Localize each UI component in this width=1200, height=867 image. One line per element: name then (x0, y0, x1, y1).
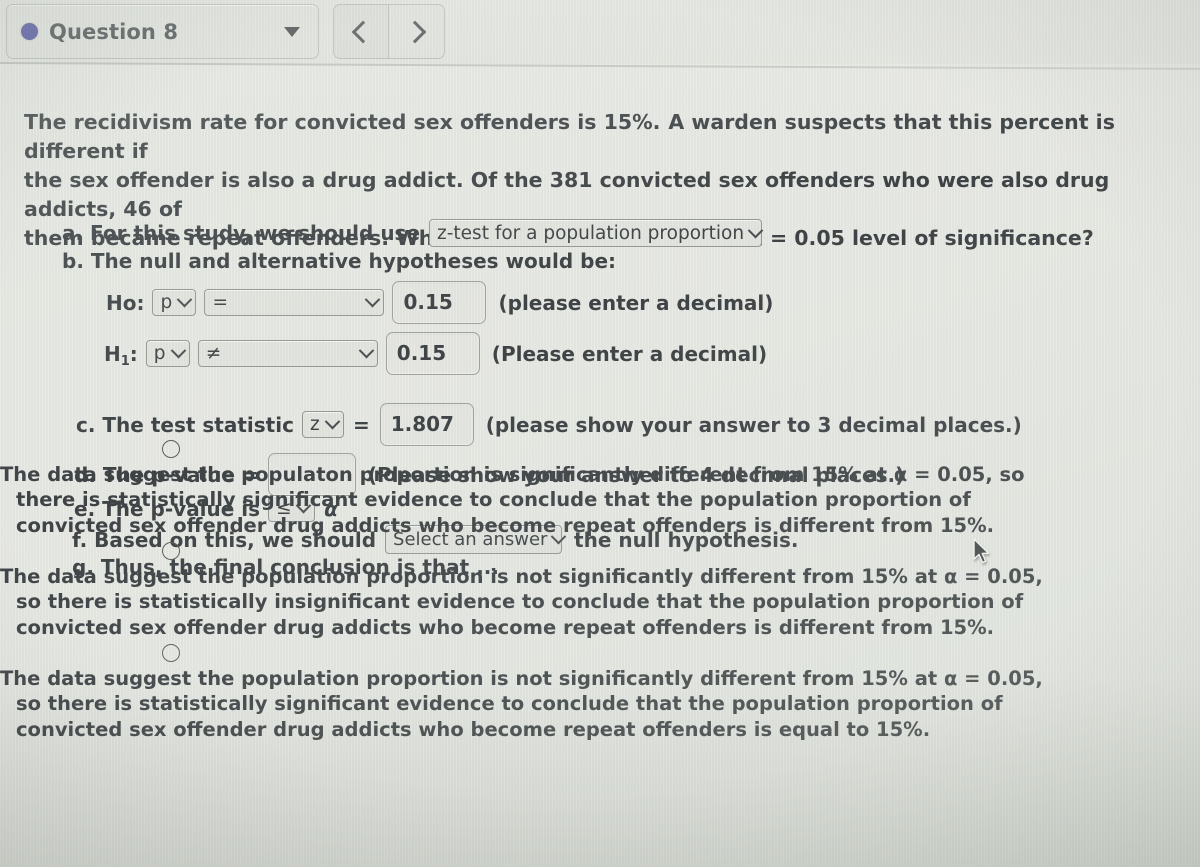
chevron-down-icon (365, 291, 381, 308)
next-question-button[interactable] (389, 4, 445, 59)
choice-1-line-2: there is statistically significant evide… (16, 488, 971, 511)
chevron-down-icon (284, 26, 300, 37)
radio-button-icon[interactable] (162, 644, 180, 662)
null-hypothesis-row: Ho: p = 0.15 (please enter a decimal) (106, 281, 773, 324)
test-statistic-select-value: z (309, 414, 320, 435)
choice-3-line-1: The data suggest the population proporti… (0, 666, 1043, 690)
test-statistic-equals: = (352, 412, 370, 437)
chevron-down-icon (747, 222, 764, 238)
chevron-right-icon (403, 20, 426, 43)
alternative-hypothesis-hint: (Please enter a decimal) (491, 341, 768, 366)
conclusion-choice-1[interactable]: The data suggest the populaton proportio… (0, 437, 1200, 538)
test-type-select-value: z-test for a population proportion (437, 222, 745, 244)
part-a: a. For this study, we should use z-test … (62, 219, 764, 247)
null-hypothesis-parameter-value: p (160, 292, 173, 313)
choice-1-line-3: convicted sex offender drug addicts who … (16, 513, 995, 537)
test-statistic-select[interactable]: z (301, 411, 344, 438)
alternative-hypothesis-parameter-select[interactable]: p (145, 340, 190, 367)
chevron-left-icon (351, 20, 375, 43)
part-b: b. The null and alternative hypotheses w… (62, 249, 616, 273)
previous-question-button[interactable] (333, 4, 389, 59)
question-status-dot-icon (21, 23, 38, 40)
choice-2-line-2: so there is statistically insignificant … (16, 590, 1024, 613)
choice-1-line-1: The data suggest the populaton proportio… (0, 462, 1025, 486)
choice-2-line-1: The data suggest the population proporti… (0, 564, 1043, 588)
question-selector-label: Question 8 (49, 19, 179, 44)
alternative-hypothesis-operator-select[interactable]: ≠ (197, 340, 378, 367)
question-selector[interactable]: Question 8 (6, 4, 319, 59)
conclusion-choice-2[interactable]: The data suggest the population proporti… (0, 539, 1200, 640)
alternative-hypothesis-operator-value: ≠ (205, 343, 222, 364)
chevron-down-icon (170, 342, 187, 359)
chevron-down-icon (358, 342, 375, 359)
null-hypothesis-label: Ho: (106, 290, 145, 315)
chevron-down-icon (177, 291, 193, 308)
part-b-label: b. The null and alternative hypotheses w… (62, 249, 617, 273)
mouse-pointer-icon (972, 538, 992, 570)
question-content: The recidivism rate for convicted sex of… (0, 64, 1200, 867)
alternative-hypothesis-value-input[interactable]: 0.15 (385, 332, 480, 375)
null-hypothesis-operator-value: = (212, 292, 228, 313)
alternative-hypothesis-parameter-value: p (153, 343, 166, 364)
null-hypothesis-value-input[interactable]: 0.15 (392, 281, 487, 324)
part-c-label: c. The test statistic (76, 412, 294, 437)
choice-3-line-2: so there is statistically significant ev… (16, 692, 1003, 715)
test-statistic-hint: (please show your answer to 3 decimal pl… (485, 412, 1022, 437)
choice-3-line-3: convicted sex offender drug addicts who … (16, 717, 931, 741)
conclusion-choices: The data suggest the populaton proportio… (0, 436, 1200, 742)
null-hypothesis-operator-select[interactable]: = (204, 289, 385, 316)
choice-2-line-3: convicted sex offender drug addicts who … (16, 615, 995, 639)
conclusion-choice-3[interactable]: The data suggest the population proporti… (0, 641, 1200, 742)
null-hypothesis-hint: (please enter a decimal) (498, 290, 774, 315)
question-toolbar: Question 8 (0, 0, 1200, 64)
part-a-label: a. For this study, we should use (62, 221, 421, 245)
radio-button-icon[interactable] (162, 440, 180, 458)
null-hypothesis-parameter-select[interactable]: p (152, 289, 197, 316)
stem-line-1: The recidivism rate for convicted sex of… (24, 110, 661, 134)
test-type-select[interactable]: z-test for a population proportion (429, 219, 764, 247)
alternative-hypothesis-row: H1: p ≠ 0.15 (Please enter a decimal) (104, 332, 767, 375)
stem-line-2: the sex offender is also a drug addict. … (24, 168, 1110, 221)
radio-button-icon[interactable] (162, 542, 180, 560)
chevron-down-icon (324, 413, 341, 430)
alternative-hypothesis-label: H1: (104, 341, 138, 369)
